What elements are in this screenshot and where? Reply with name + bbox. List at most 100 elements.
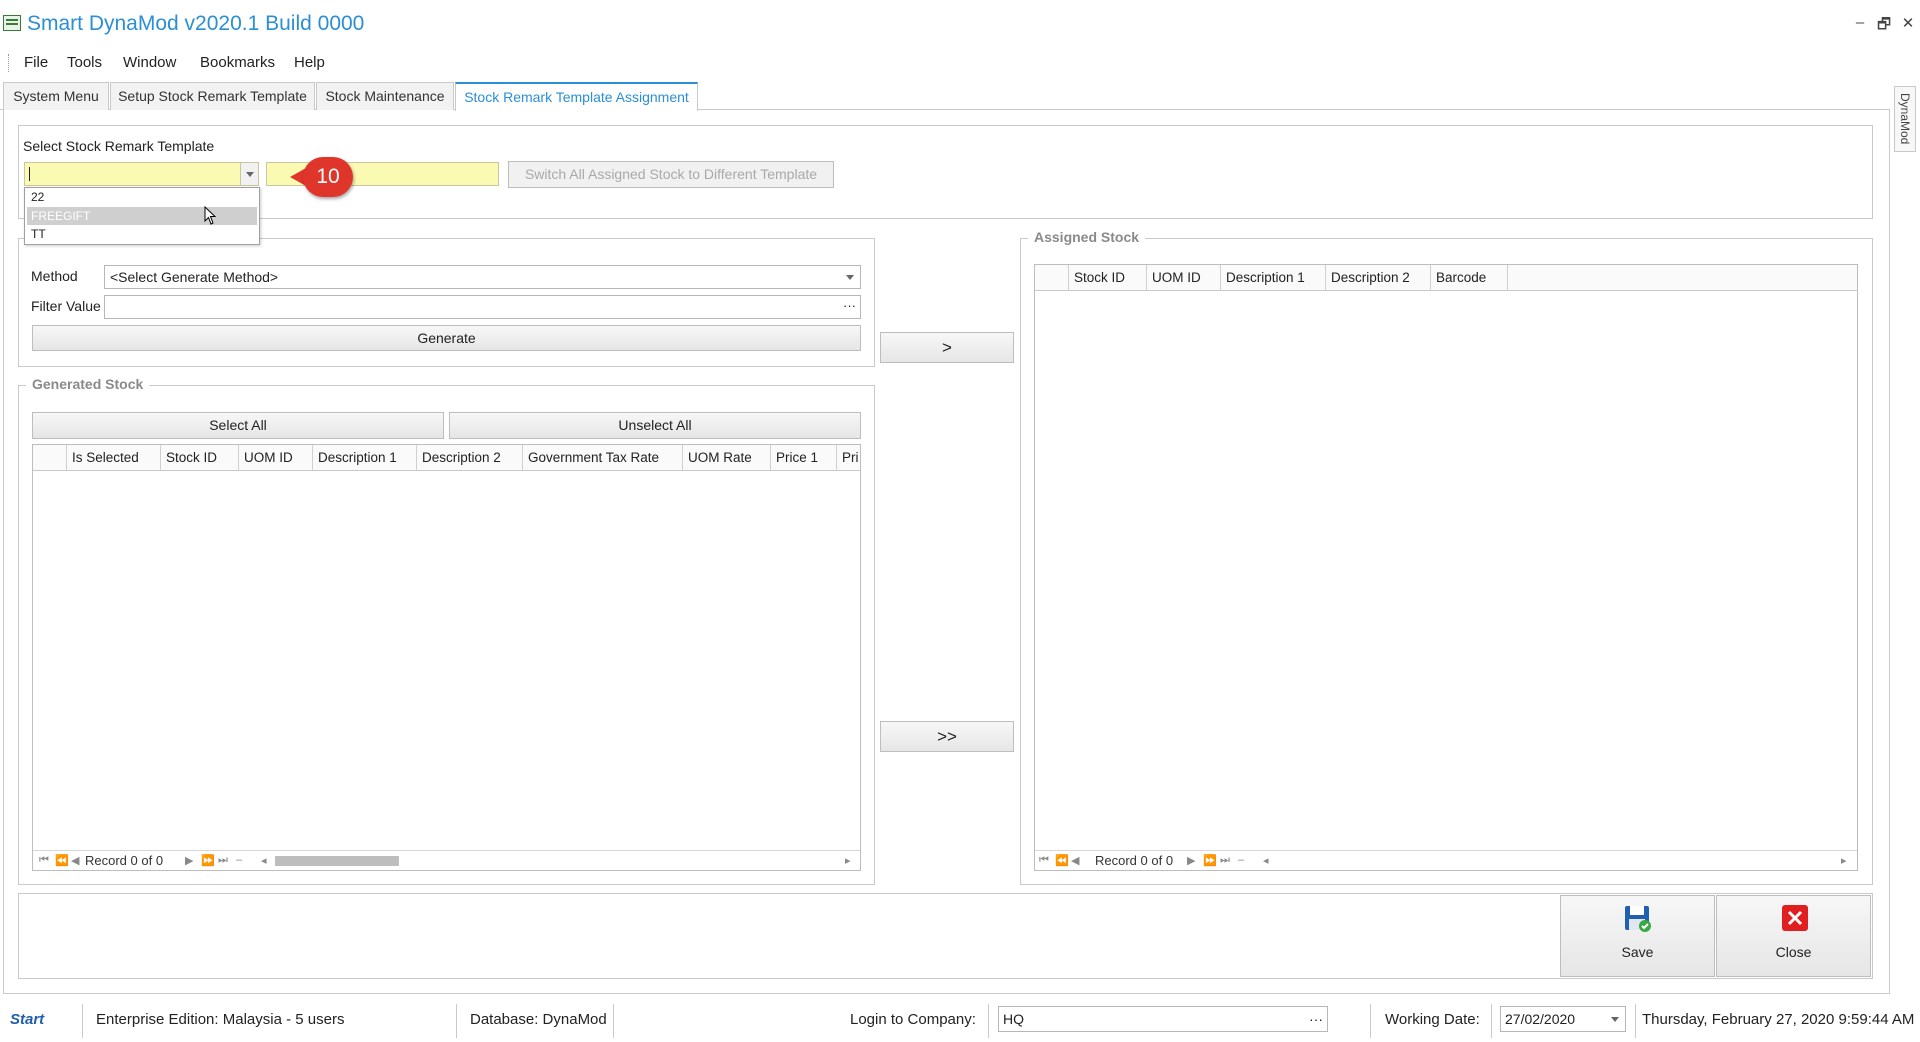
delete-record-icon[interactable]: – bbox=[1238, 854, 1244, 866]
last-record-icon[interactable]: ⏭ bbox=[218, 854, 228, 867]
next-record-icon[interactable]: ▶ bbox=[185, 854, 193, 867]
filter-value-label: Filter Value bbox=[31, 298, 101, 314]
generated-stock-grid[interactable]: Is Selected Stock ID UOM ID Description … bbox=[32, 444, 861, 871]
working-date-picker[interactable]: 27/02/2020 bbox=[1500, 1006, 1626, 1032]
assigned-stock-title: Assigned Stock bbox=[1028, 229, 1146, 245]
column-header-stock-id[interactable]: Stock ID bbox=[161, 445, 239, 471]
column-header-description-1[interactable]: Description 1 bbox=[1221, 265, 1326, 291]
mouse-cursor-icon bbox=[204, 206, 217, 225]
window-title: Smart DynaMod v2020.1 Build 0000 bbox=[27, 12, 365, 35]
column-header-description-2[interactable]: Description 2 bbox=[1326, 265, 1431, 291]
edition-text: Enterprise Edition: Malaysia - 5 users bbox=[96, 1011, 345, 1028]
menu-tools[interactable]: Tools bbox=[67, 54, 102, 71]
previous-record-icon[interactable]: ◀ bbox=[71, 854, 79, 867]
save-label: Save bbox=[1621, 944, 1654, 960]
callout-badge: 10 bbox=[303, 157, 353, 197]
column-header-barcode[interactable]: Barcode bbox=[1431, 265, 1508, 291]
previous-page-icon[interactable]: ⏪ bbox=[55, 854, 69, 867]
chevron-down-icon bbox=[846, 275, 854, 280]
first-record-icon[interactable]: ⏮ bbox=[1039, 854, 1049, 867]
tab-stock-remark-template-assignment[interactable]: Stock Remark Template Assignment bbox=[455, 82, 698, 111]
template-dropdown-list[interactable]: 22 FREEGIFT TT bbox=[24, 187, 260, 245]
menu-file[interactable]: File bbox=[24, 54, 48, 71]
scroll-left-icon[interactable]: ◂ bbox=[1263, 854, 1269, 867]
status-separator bbox=[613, 1004, 614, 1038]
next-page-icon[interactable]: ⏩ bbox=[201, 854, 215, 867]
previous-page-icon[interactable]: ⏪ bbox=[1055, 854, 1069, 867]
filter-value-field[interactable]: ··· bbox=[104, 295, 861, 319]
start-logo[interactable]: Start bbox=[10, 1011, 44, 1028]
next-page-icon[interactable]: ⏩ bbox=[1203, 854, 1217, 867]
column-header-description-2[interactable]: Description 2 bbox=[417, 445, 523, 471]
assigned-stock-grid-header: Stock ID UOM ID Description 1 Descriptio… bbox=[1035, 265, 1857, 291]
tab-system-menu[interactable]: System Menu bbox=[3, 82, 109, 110]
generate-button[interactable]: Generate bbox=[32, 325, 861, 351]
assigned-stock-grid[interactable]: Stock ID UOM ID Description 1 Descriptio… bbox=[1034, 264, 1858, 871]
save-button[interactable]: Save bbox=[1560, 895, 1715, 977]
column-header-government-tax-rate[interactable]: Government Tax Rate bbox=[523, 445, 683, 471]
ellipsis-icon[interactable]: ··· bbox=[843, 298, 856, 313]
assign-selected-button[interactable]: > bbox=[880, 332, 1014, 363]
menu-bookmarks[interactable]: Bookmarks bbox=[200, 54, 275, 71]
chevron-down-icon bbox=[1611, 1017, 1619, 1022]
column-header-indicator[interactable] bbox=[1035, 265, 1069, 291]
chevron-down-icon bbox=[246, 172, 254, 177]
status-separator bbox=[456, 1004, 457, 1038]
scroll-left-icon[interactable]: ◂ bbox=[261, 854, 267, 867]
tab-stock-maintenance[interactable]: Stock Maintenance bbox=[316, 82, 454, 110]
restore-button[interactable]: 🗗 bbox=[1874, 14, 1894, 39]
dropdown-item-highlighted[interactable]: FREEGIFT bbox=[27, 207, 257, 225]
generated-stock-navigator: ⏮ ⏪ ◀ Record 0 of 0 ▶ ⏩ ⏭ – ◂ ▸ bbox=[33, 850, 860, 870]
close-icon bbox=[1782, 905, 1808, 931]
previous-record-icon[interactable]: ◀ bbox=[1071, 854, 1079, 867]
tab-setup-stock-remark-template[interactable]: Setup Stock Remark Template bbox=[110, 82, 315, 110]
assign-all-button[interactable]: >> bbox=[880, 721, 1014, 752]
dropdown-item[interactable]: 22 bbox=[27, 188, 257, 206]
column-header-uom-id[interactable]: UOM ID bbox=[1147, 265, 1221, 291]
dock-tab-dynamod[interactable]: DynaMod bbox=[1894, 86, 1916, 152]
first-record-icon[interactable]: ⏮ bbox=[39, 854, 49, 867]
horizontal-scrollbar-thumb[interactable] bbox=[275, 856, 399, 866]
method-label: Method bbox=[31, 268, 78, 284]
status-separator bbox=[82, 1004, 83, 1038]
last-record-icon[interactable]: ⏭ bbox=[1220, 854, 1230, 867]
column-header-is-selected[interactable]: Is Selected bbox=[67, 445, 161, 471]
delete-record-icon[interactable]: – bbox=[236, 854, 242, 866]
column-header-indicator[interactable] bbox=[33, 445, 67, 471]
next-record-icon[interactable]: ▶ bbox=[1187, 854, 1195, 867]
save-icon bbox=[1625, 906, 1651, 932]
record-counter: Record 0 of 0 bbox=[85, 853, 164, 868]
select-template-label: Select Stock Remark Template bbox=[23, 138, 215, 154]
menu-help[interactable]: Help bbox=[294, 54, 325, 71]
ellipsis-icon[interactable]: ··· bbox=[1309, 1007, 1323, 1031]
scroll-right-icon[interactable]: ▸ bbox=[845, 854, 851, 867]
scroll-right-icon[interactable]: ▸ bbox=[1841, 854, 1847, 867]
record-counter: Record 0 of 0 bbox=[1095, 853, 1174, 868]
method-combo[interactable]: <Select Generate Method> bbox=[104, 265, 861, 289]
switch-template-button[interactable]: Switch All Assigned Stock to Different T… bbox=[508, 161, 834, 188]
column-header-price-2[interactable]: Pri bbox=[837, 445, 860, 471]
column-header-price-1[interactable]: Price 1 bbox=[771, 445, 837, 471]
template-combo-dropdown-button[interactable] bbox=[240, 163, 258, 185]
minimize-button[interactable]: – bbox=[1850, 14, 1870, 31]
menu-window[interactable]: Window bbox=[123, 54, 176, 71]
status-separator bbox=[1370, 1004, 1371, 1038]
select-all-button[interactable]: Select All bbox=[32, 412, 444, 439]
menu-grip bbox=[8, 54, 10, 72]
column-header-stock-id[interactable]: Stock ID bbox=[1069, 265, 1147, 291]
text-cursor bbox=[29, 167, 30, 181]
login-company-label: Login to Company: bbox=[850, 1011, 976, 1028]
template-combo[interactable] bbox=[24, 162, 259, 186]
generated-stock-title: Generated Stock bbox=[26, 376, 150, 392]
close-button[interactable]: Close bbox=[1716, 895, 1871, 977]
unselect-all-button[interactable]: Unselect All bbox=[449, 412, 861, 439]
column-header-description-1[interactable]: Description 1 bbox=[313, 445, 417, 471]
column-header-uom-rate[interactable]: UOM Rate bbox=[683, 445, 771, 471]
working-date-label: Working Date: bbox=[1385, 1011, 1480, 1028]
column-header-uom-id[interactable]: UOM ID bbox=[239, 445, 313, 471]
status-separator bbox=[1635, 1004, 1636, 1038]
close-window-button[interactable]: ✕ bbox=[1898, 14, 1918, 32]
login-company-field[interactable]: HQ ··· bbox=[998, 1006, 1328, 1032]
app-icon bbox=[3, 15, 21, 31]
dropdown-item[interactable]: TT bbox=[27, 225, 257, 243]
